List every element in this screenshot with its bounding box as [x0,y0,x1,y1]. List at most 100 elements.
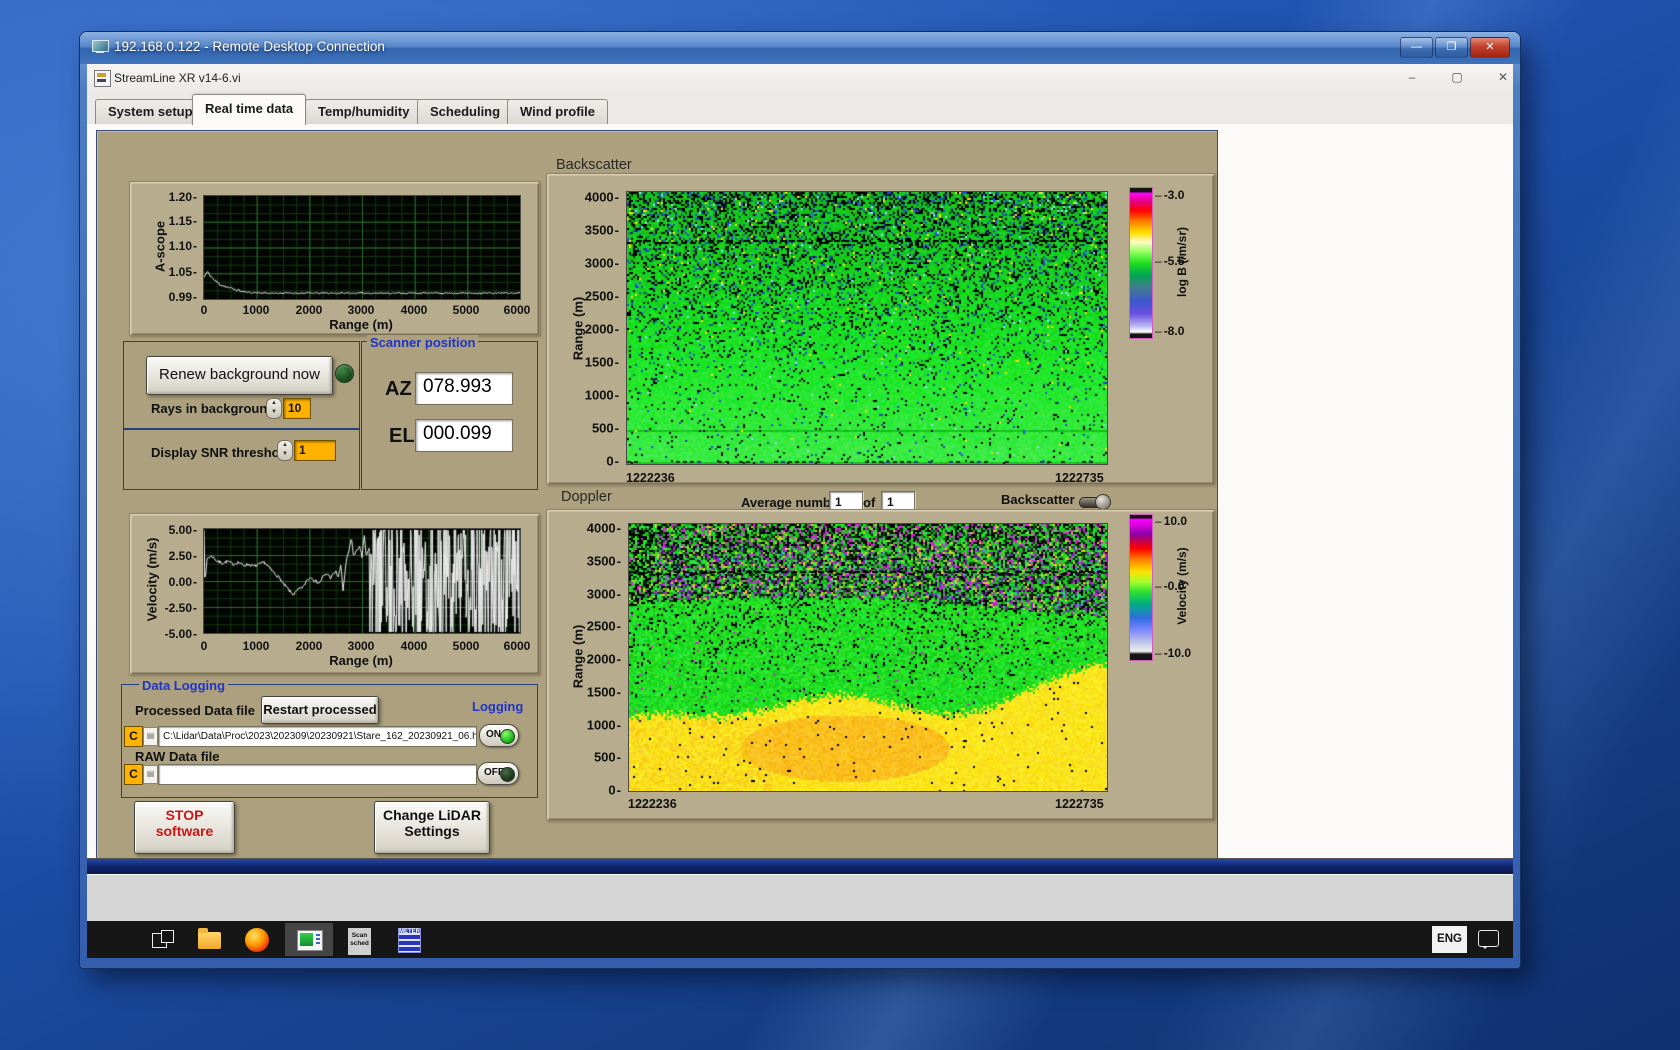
backscatter-xstart: 1222236 [626,471,675,485]
language-indicator[interactable]: ENG [1432,926,1467,953]
app-close-button[interactable]: ✕ [1488,68,1513,88]
renew-background-led [335,364,354,383]
velocity-xtick: 6000 [503,639,531,653]
spinner-up-icon[interactable]: ▲ [271,400,277,406]
task-view-icon[interactable] [152,930,174,950]
spinner-up-icon[interactable]: ▲ [282,442,288,448]
doppler-heatmap [629,524,1107,791]
raw-path-field[interactable] [158,764,477,785]
app-minimize-button[interactable]: – [1397,68,1427,88]
doppler-title: Doppler [561,489,612,505]
doppler-ytick: 4000 [577,521,621,536]
file-explorer-icon[interactable] [198,928,221,949]
raw-drive-box[interactable]: C [124,764,143,785]
meter-app-icon[interactable]: METER [398,928,421,953]
az-value-display: 078.993 [415,372,513,405]
active-app-highlight[interactable] [285,923,333,956]
backscatter-bar-tick: -3.0 [1155,188,1185,202]
doppler-color-scale [1129,514,1153,661]
ascope-xtick: 5000 [452,303,480,317]
doppler-bar-tick: 10.0 [1155,514,1187,528]
logging-off-led-icon [500,766,515,782]
path-browse-icon[interactable]: ▤ [143,765,158,784]
change-button-line1: Change LiDAR [383,807,481,823]
scan-scheduler-app-icon[interactable]: Scan sched [348,928,371,955]
rdp-minimize-button[interactable]: — [1400,37,1433,58]
restart-processed-file-button[interactable]: Restart processed file [261,696,379,742]
backscatter-xend: 1222735 [1055,471,1104,485]
logging-label: Logging [472,699,524,714]
snr-value-field[interactable]: 1 [294,440,336,461]
ascope-plot [203,195,521,300]
stop-button-line2: software [155,823,214,839]
processed-path-field[interactable]: C:\Lidar\Data\Proc\2023\202309\20230921\… [158,726,477,747]
ascope-xlabel: Range (m) [329,317,393,332]
velocity-xtick: 4000 [400,639,428,653]
raw-logging-toggle-off[interactable]: OFF [477,762,519,785]
rdp-maximize-button[interactable]: ❐ [1435,37,1468,58]
doppler-xstart: 1222236 [628,797,677,811]
rdp-close-button[interactable]: ✕ [1470,37,1510,58]
labview-vi-icon [94,70,111,87]
rdp-titlebar[interactable]: 192.168.0.122 - Remote Desktop Connectio… [80,32,1520,64]
snr-spinner[interactable]: ▲ ▼ [277,440,293,461]
processed-drive-box[interactable]: C [124,726,143,747]
renew-background-button[interactable]: Renew background now [146,356,333,395]
ascope-xtick: 4000 [400,303,428,317]
doppler-ytick: 3000 [577,587,621,602]
backscatter-ytick: 0 [575,454,619,469]
path-browse-icon[interactable]: ▤ [143,727,158,746]
backscatter-color-scale [1129,187,1153,339]
spinner-down-icon[interactable]: ▼ [271,409,277,415]
chat-icon[interactable] [1478,930,1499,949]
ascope-xtick: 3000 [347,303,375,317]
backscatter-ytick: 3500 [575,223,619,238]
velocity-ylabel: Velocity (m/s) [144,537,160,622]
tab-scheduling[interactable]: Scheduling [417,99,514,124]
stop-button-line1: STOP [165,807,204,823]
velocity-ytick: -2.50 [153,601,197,615]
data-logging-title: Data Logging [139,678,229,693]
change-lidar-settings-button[interactable]: Change LiDAR Settings [374,801,490,854]
change-button-line2: Settings [404,823,460,839]
app-titlebar[interactable]: StreamLine XR v14-6.vi – ▢ ✕ [87,64,1513,93]
tab-strip: System setup Real time data Temp/humidit… [87,92,1513,125]
rdp-window-title: 192.168.0.122 - Remote Desktop Connectio… [114,39,385,54]
processed-logging-toggle-on[interactable]: ON [479,724,519,747]
backscatter-bar-tick: -8.0 [1155,324,1185,338]
tab-page: 1.20 1.15 1.10 1.05 0.99 0 1000 2000 300… [87,124,1513,860]
scanner-position-title: Scanner position [367,335,479,350]
app-window-title: StreamLine XR v14-6.vi [114,71,241,85]
desktop-background: 192.168.0.122 - Remote Desktop Connectio… [0,0,1680,1050]
backscatter-toggle-switch[interactable] [1079,493,1111,510]
firefox-icon[interactable] [245,928,269,952]
velocity-plot [203,528,521,634]
velocity-ytick: 0.00 [153,575,197,589]
doppler-ytick: 500 [577,750,621,765]
snr-threshold-label: Display SNR threshold [151,445,292,460]
velocity-xtick: 0 [200,639,208,653]
spinner-down-icon[interactable]: ▼ [282,451,288,457]
velocity-xlabel: Range (m) [329,653,393,668]
doppler-bar-label: Velocity (m/s) [1175,547,1189,625]
rdp-window: 192.168.0.122 - Remote Desktop Connectio… [80,32,1520,968]
ascope-xtick: 2000 [295,303,323,317]
tab-temp-humidity[interactable]: Temp/humidity [305,99,423,124]
tab-wind-profile[interactable]: Wind profile [507,99,608,124]
backscatter-ytick: 4000 [575,190,619,205]
backscatter-ytick: 500 [575,421,619,436]
tab-real-time-data[interactable]: Real time data [192,94,307,125]
tab-system-setup[interactable]: System setup [95,99,206,124]
app-window-footer [87,874,1513,922]
el-value-display: 000.099 [415,419,513,452]
ascope-xtick: 0 [200,303,208,317]
stop-software-button[interactable]: STOP software [134,801,235,854]
rays-spinner[interactable]: ▲ ▼ [266,398,282,419]
rdp-icon [92,40,109,55]
scan-icon-text: sched [350,940,369,947]
app-maximize-button[interactable]: ▢ [1442,68,1472,88]
el-label: EL [389,425,415,447]
backscatter-ytick: 3000 [575,256,619,271]
streamline-app-icon[interactable] [297,930,323,951]
rays-value-field[interactable]: 10 [283,398,311,419]
